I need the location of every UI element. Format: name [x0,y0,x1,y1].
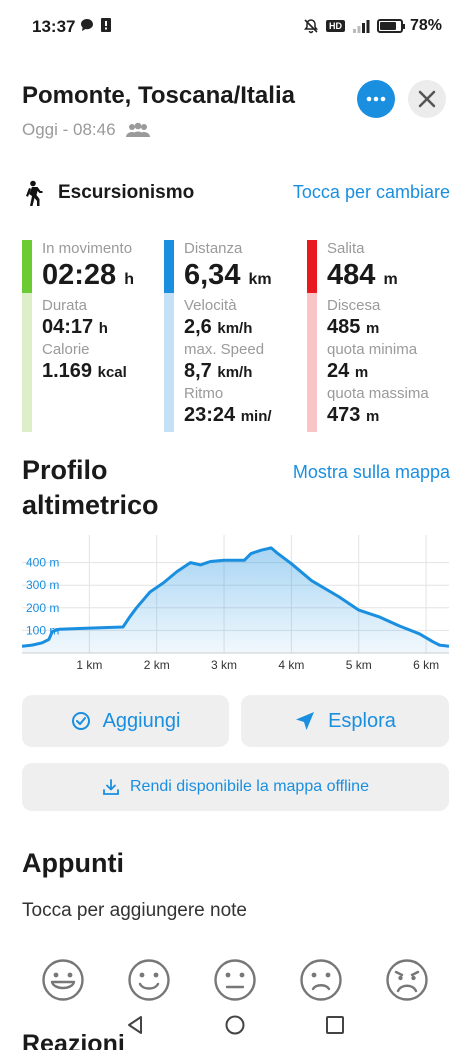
track-title: Pomonte, Toscana/Italia [22,82,295,109]
chart-x-tick-label: 2 km [144,658,170,672]
group-icon [125,122,150,137]
navigation-arrow-icon [296,712,315,730]
very-happy-face-icon[interactable] [41,958,85,1002]
system-nav-bar [0,1006,470,1046]
activity-type: Escursionismo [58,182,195,203]
activity-row[interactable]: Escursionismo Tocca per cambiare [22,178,450,210]
offline-map-button[interactable]: Rendi disponibile la mappa offline [22,763,449,811]
status-left-icons [80,17,112,33]
stat-value: 2,6 km/h [184,316,253,338]
close-button[interactable] [408,80,446,118]
mute-bell-icon [303,19,318,34]
stat-label: Salita [327,240,365,257]
stat-value: 1.169 kcal [42,360,127,382]
happy-face-icon[interactable] [127,958,171,1002]
stat-value: 484 m [327,259,398,291]
stats-panel: In movimento 02:28 h Durata 04:17 h Calo… [0,240,470,432]
home-nav-icon[interactable] [224,1014,246,1036]
status-time: 13:37 [32,17,76,36]
stats-column-distance: Distanza 6,34 km Velocità 2,6 km/h max. … [164,240,299,432]
stat-bar-elevation [307,240,317,432]
stat-value: 485 m [327,316,380,338]
track-date: Oggi - 08:46 [22,120,116,139]
battery-fill [379,22,396,30]
stat-value: 473 m [327,404,380,426]
track-subtitle: Oggi - 08:46 [22,120,152,140]
close-icon [418,90,436,108]
chart-x-tick-label: 1 km [76,658,102,672]
battery-icon [376,19,405,33]
stat-content: Salita 484 m Discesa 485 m quota minima … [327,240,429,429]
chart-x-tick-label: 4 km [278,658,304,672]
chart-y-tick-label: 200 m [26,601,59,615]
stat-bar-top [307,240,317,293]
more-dots-icon [366,96,386,102]
explore-button[interactable]: Esplora [241,695,449,747]
chart-y-tick-label: 100 m [26,623,59,637]
stat-bar-top [164,240,174,293]
very-sad-face-icon[interactable] [385,958,429,1002]
profile-title: Profilo altimetrico [22,455,159,520]
change-activity-link[interactable]: Tocca per cambiare [293,182,450,203]
stat-value: 02:28 h [42,259,135,291]
elevation-chart[interactable]: 1 km 2 km 3 km 4 km 5 km 6 km 100 m 200 m 300 m 4… [0,535,470,675]
stats-column-time: In movimento 02:28 h Durata 04:17 h Calo… [22,240,152,432]
explore-button-label: Esplora [328,709,396,732]
stat-label: Calorie [42,341,90,358]
stat-label: Distanza [184,240,243,257]
stat-content: In movimento 02:28 h Durata 04:17 h Calo… [42,240,134,385]
reaction-faces [0,958,470,1004]
stat-bar-distance [164,240,174,432]
hd-badge: HD [325,20,345,32]
stat-label: max. Speed [184,341,265,358]
battery-percent: 78% [409,17,442,34]
alert-icon [101,18,111,32]
stat-bar-top [22,240,32,293]
elevation-area [22,547,449,653]
sad-face-icon[interactable] [299,958,343,1002]
chart-x-tick-label: 5 km [346,658,372,672]
chart-x-tick-label: 6 km [413,658,439,672]
stat-label: Durata [42,297,88,314]
more-options-button[interactable] [357,80,395,118]
stat-label: In movimento [42,240,133,257]
stat-bar-bottom [307,293,317,432]
show-on-map-link[interactable]: Mostra sulla mappa [293,462,450,483]
stat-value: 23:24 min/ [184,404,272,426]
status-right-icons: HD 78% [303,17,442,35]
stat-label: Velocità [184,297,237,314]
chart-y-tick-label: 300 m [26,578,59,592]
stat-value: 04:17 h [42,316,108,338]
add-button-label: Aggiungi [102,709,181,732]
back-nav-icon[interactable] [124,1014,146,1036]
stat-label: quota massima [327,385,429,402]
notes-input[interactable]: Tocca per aggiungere note [22,900,247,922]
download-icon [103,779,119,795]
stat-value: 6,34 km [184,259,272,291]
stat-bar-bottom [164,293,174,432]
notes-title: Appunti [22,848,124,878]
recents-nav-icon[interactable] [324,1014,346,1036]
stat-value: 24 m [327,360,369,382]
stat-label: Discesa [327,297,381,314]
stat-bar-time [22,240,32,432]
stat-content: Distanza 6,34 km Velocità 2,6 km/h max. … [184,240,272,429]
status-bar: 13:37 HD 78% [0,0,470,52]
chart-x-tick-label: 3 km [211,658,237,672]
signal-icon [352,20,370,33]
stat-bar-bottom [22,293,32,432]
stat-label: quota minima [327,341,418,358]
chat-bubble-icon [81,19,93,31]
check-circle-icon [71,712,90,730]
stat-value: 8,7 km/h [184,360,253,382]
chart-y-tick-label: 400 m [26,556,59,570]
hiking-icon [26,180,43,206]
stat-label: Ritmo [184,385,224,402]
stats-column-elevation: Salita 484 m Discesa 485 m quota minima … [307,240,452,432]
offline-map-label: Rendi disponibile la mappa offline [130,778,369,795]
add-button[interactable]: Aggiungi [22,695,229,747]
neutral-face-icon[interactable] [213,958,257,1002]
